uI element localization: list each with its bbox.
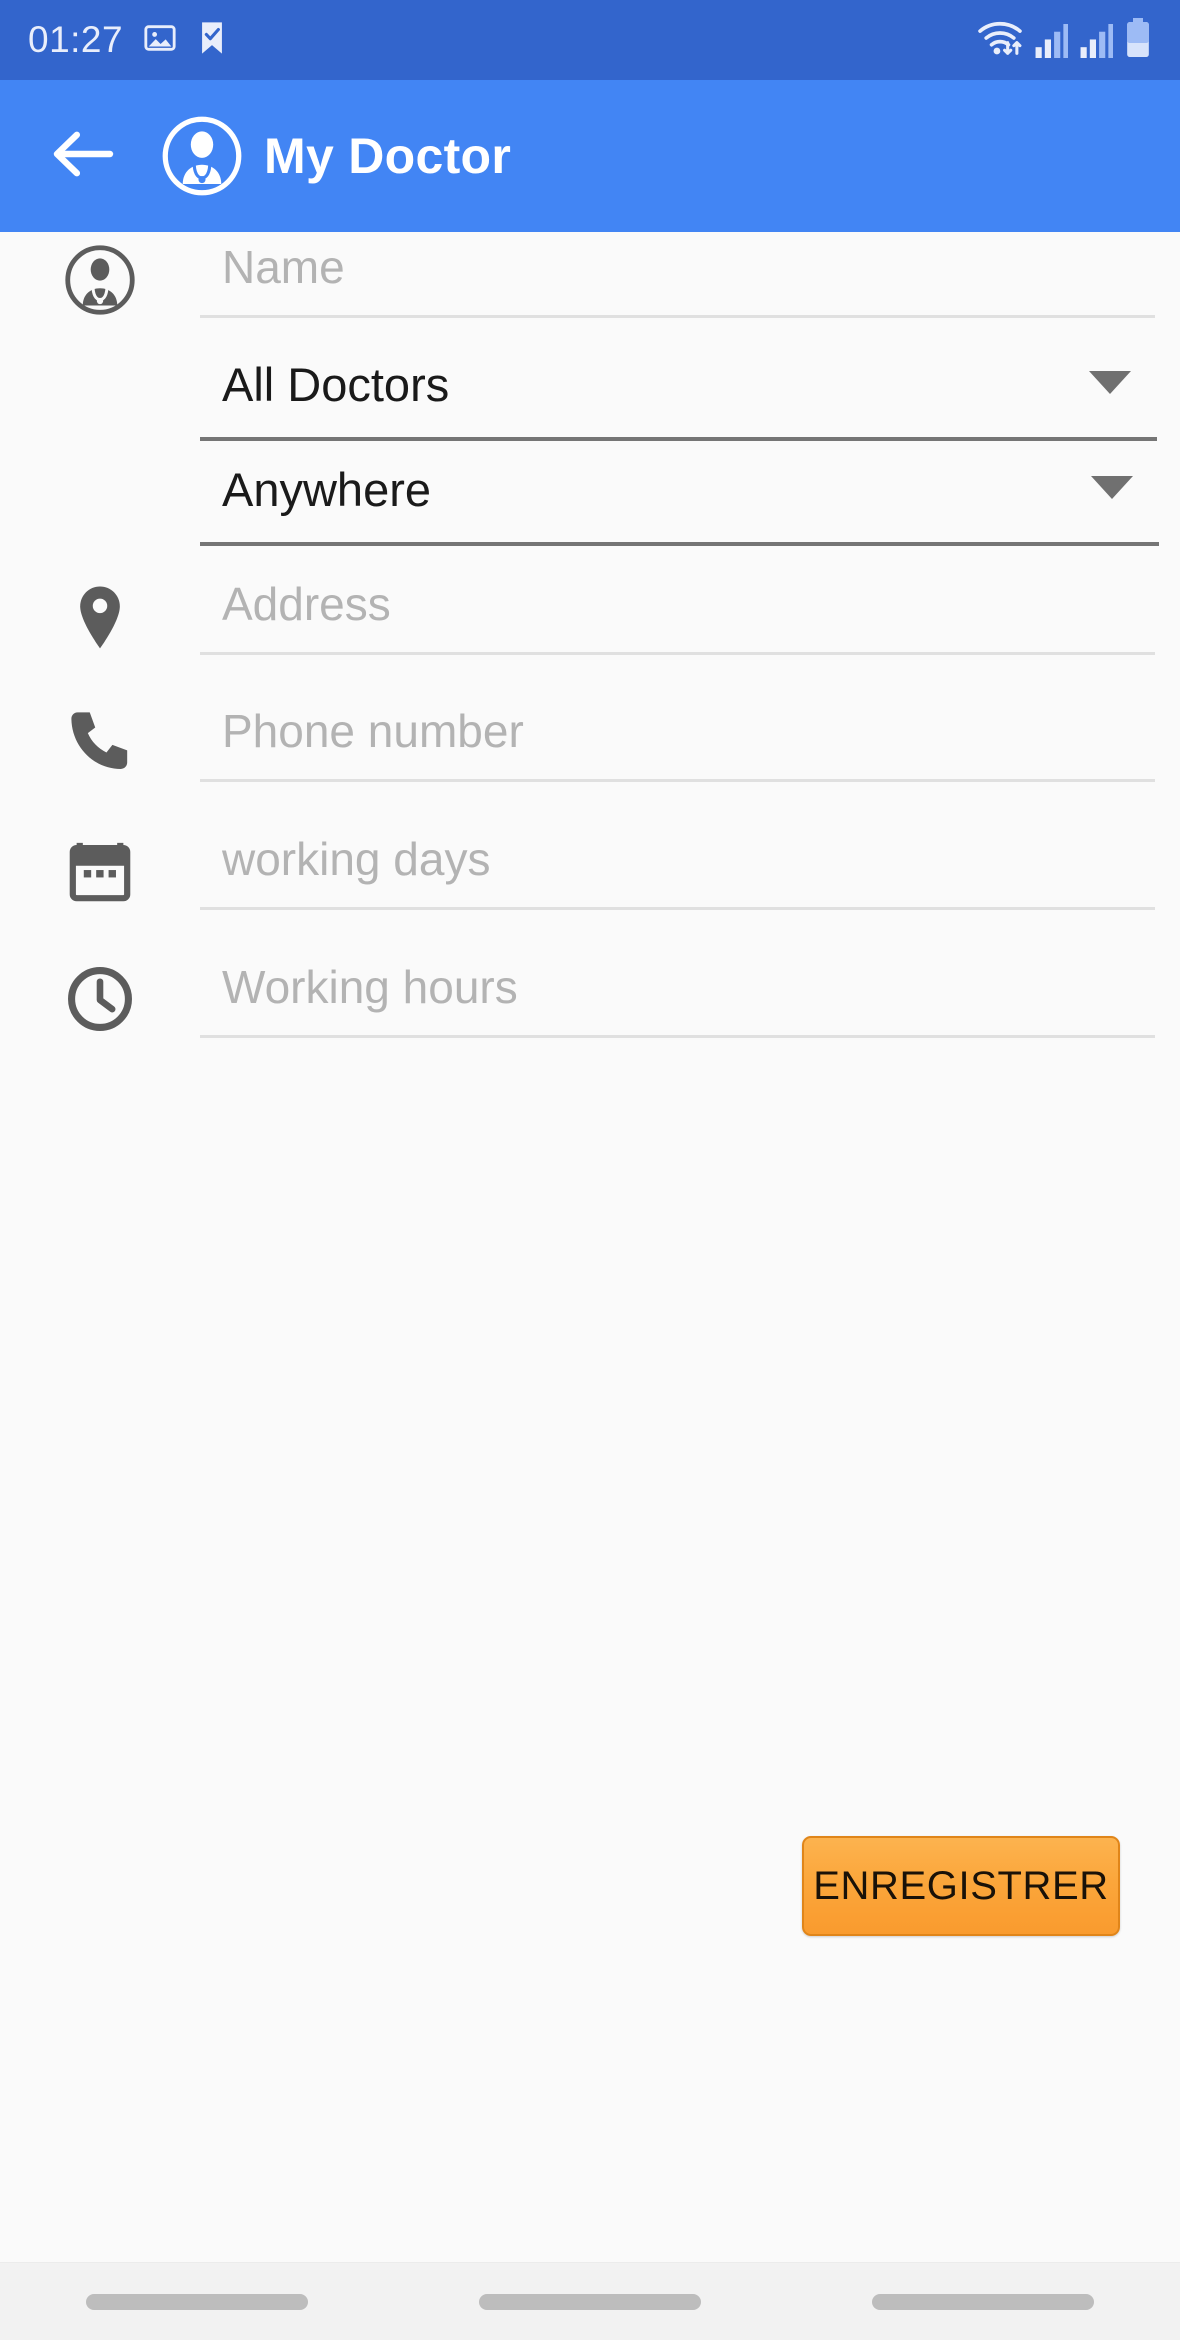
status-bar: 01:27 <box>0 0 1180 80</box>
flag-check-icon <box>197 21 227 60</box>
specialty-select[interactable]: All Doctors <box>200 357 1157 441</box>
home-pill[interactable] <box>478 2293 701 2310</box>
signal-1-icon <box>1034 23 1068 63</box>
working-days-field[interactable]: working days <box>200 832 1155 910</box>
name-placeholder: Name <box>222 241 345 293</box>
name-underline <box>200 315 1155 318</box>
working-days-field-row: working days <box>0 832 1180 910</box>
status-bar-right <box>977 17 1152 63</box>
specialty-select-row: All Doctors <box>0 357 1180 441</box>
name-field-row: Name <box>0 240 1180 318</box>
clock-icon <box>0 960 200 1032</box>
address-placeholder: Address <box>222 578 391 630</box>
location-underline <box>200 542 1159 546</box>
image-icon <box>143 21 177 60</box>
location-select-row: Anywhere <box>0 462 1180 546</box>
location-pin-icon <box>0 577 200 653</box>
location-select-value: Anywhere <box>222 463 431 516</box>
status-bar-clock: 01:27 <box>28 19 124 60</box>
doctor-logo-icon <box>160 114 244 198</box>
location-select[interactable]: Anywhere <box>200 462 1159 546</box>
form-content: Name All Doctors Anywhere Address Phone … <box>0 232 1180 2340</box>
working-days-underline <box>200 907 1155 910</box>
phone-field[interactable]: Phone number <box>200 704 1155 782</box>
app-screen: 01:27 My Doctor Name All Doctors Anywher… <box>0 0 1180 2340</box>
calendar-icon <box>0 832 200 902</box>
specialty-underline <box>200 437 1157 441</box>
address-underline <box>200 652 1155 655</box>
specialty-select-value: All Doctors <box>222 358 450 411</box>
name-field[interactable]: Name <box>200 240 1155 318</box>
doctor-avatar-icon <box>0 240 200 316</box>
save-button[interactable]: ENREGISTRER <box>802 1836 1120 1936</box>
working-hours-placeholder: Working hours <box>222 961 518 1013</box>
chevron-down-icon <box>1091 476 1133 499</box>
back-pill[interactable] <box>872 2293 1095 2310</box>
working-hours-field[interactable]: Working hours <box>200 960 1155 1038</box>
save-button-label: ENREGISTRER <box>813 1863 1109 1908</box>
app-bar: My Doctor <box>0 80 1180 232</box>
chevron-down-icon <box>1089 371 1131 394</box>
working-days-placeholder: working days <box>222 833 491 885</box>
phone-placeholder: Phone number <box>222 705 524 757</box>
wifi-icon <box>977 18 1023 63</box>
signal-2-icon <box>1079 23 1113 63</box>
status-bar-left: 01:27 <box>28 19 227 61</box>
address-field[interactable]: Address <box>200 577 1155 655</box>
battery-icon <box>1124 17 1152 63</box>
back-arrow-icon <box>50 127 116 186</box>
working-hours-underline <box>200 1035 1155 1038</box>
working-hours-field-row: Working hours <box>0 960 1180 1038</box>
phone-field-row: Phone number <box>0 704 1180 782</box>
system-nav-bar <box>0 2262 1180 2340</box>
app-bar-title: My Doctor <box>264 128 512 184</box>
recents-pill[interactable] <box>85 2293 308 2310</box>
address-field-row: Address <box>0 577 1180 655</box>
phone-icon <box>0 704 200 776</box>
back-button[interactable] <box>28 101 138 211</box>
phone-underline <box>200 779 1155 782</box>
